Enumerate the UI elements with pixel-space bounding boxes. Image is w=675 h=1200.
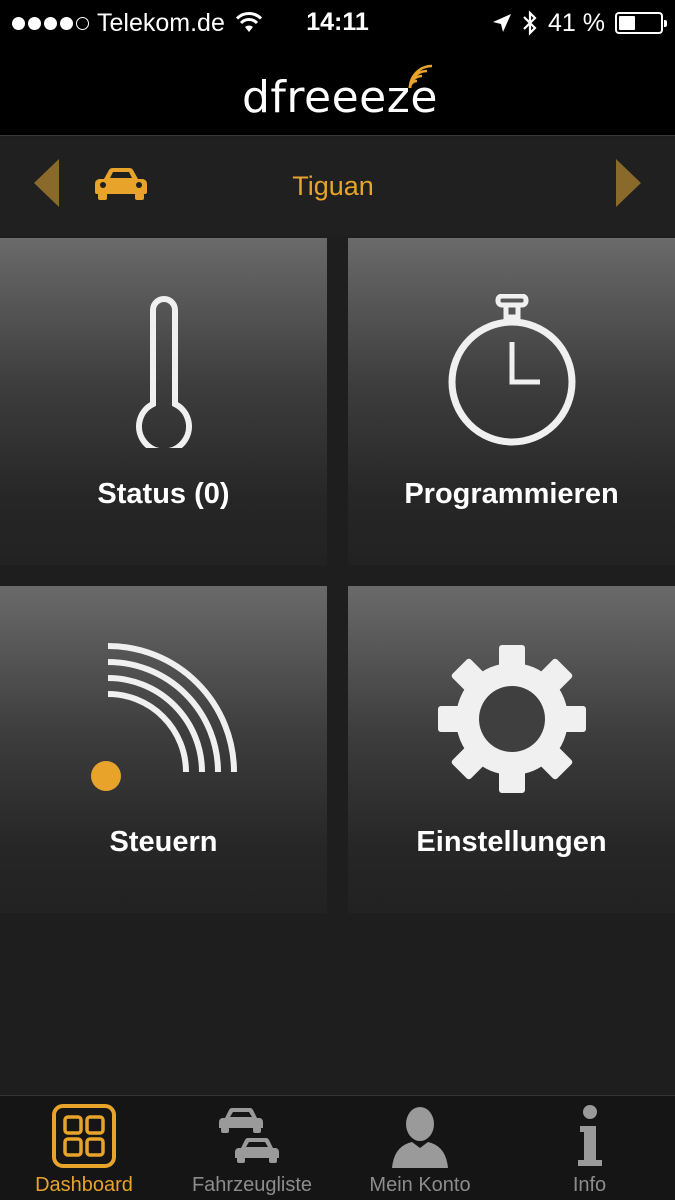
steuern-label: Steuern <box>109 826 218 858</box>
vehicle-selector: Tiguan <box>0 137 675 235</box>
tab-info[interactable]: Info <box>504 1096 675 1200</box>
tab-mein-konto-label: Mein Konto <box>369 1174 471 1196</box>
location-arrow-icon <box>493 14 512 32</box>
tab-info-label: Info <box>572 1174 607 1196</box>
stopwatch-icon <box>448 294 575 446</box>
car-list-icon <box>219 1108 279 1163</box>
status-label: Status (0) <box>97 478 230 510</box>
tab-fahrzeugliste[interactable]: Fahrzeugliste <box>168 1096 336 1200</box>
thermometer-icon <box>135 296 192 448</box>
bluetooth-icon <box>523 10 537 36</box>
dashboard-grid-icon <box>52 1104 116 1168</box>
signal-waves-icon <box>408 64 433 89</box>
remote-signal-icon <box>91 643 237 791</box>
gear-icon <box>437 645 586 793</box>
tab-dashboard-label: Dashboard <box>35 1174 133 1196</box>
tab-fahrzeugliste-label: Fahrzeugliste <box>191 1174 313 1196</box>
vehicle-name: Tiguan <box>292 171 374 201</box>
status-bar: Telekom.de 14:11 41 % <box>0 0 675 46</box>
programmieren-label: Programmieren <box>404 478 619 510</box>
info-icon <box>577 1105 602 1166</box>
programmieren-tile[interactable]: Programmieren <box>348 238 675 565</box>
tab-dashboard[interactable]: Dashboard <box>0 1096 168 1200</box>
tab-mein-konto[interactable]: Mein Konto <box>336 1096 504 1200</box>
battery-icon <box>615 12 667 34</box>
status-tile[interactable]: Status (0) <box>0 238 327 565</box>
user-silhouette-icon <box>392 1107 448 1168</box>
tab-bar: Dashboard Fahrzeugliste Mein Konto Info <box>0 1095 675 1200</box>
steuern-tile[interactable]: Steuern <box>0 586 327 913</box>
battery-percent: 41 % <box>548 8 605 37</box>
next-vehicle-arrow-icon[interactable] <box>615 159 641 207</box>
app-header: dfreeeze <box>0 46 675 136</box>
einstellungen-tile[interactable]: Einstellungen <box>348 586 675 913</box>
status-right: 41 % <box>492 8 667 38</box>
einstellungen-label: Einstellungen <box>416 826 607 858</box>
